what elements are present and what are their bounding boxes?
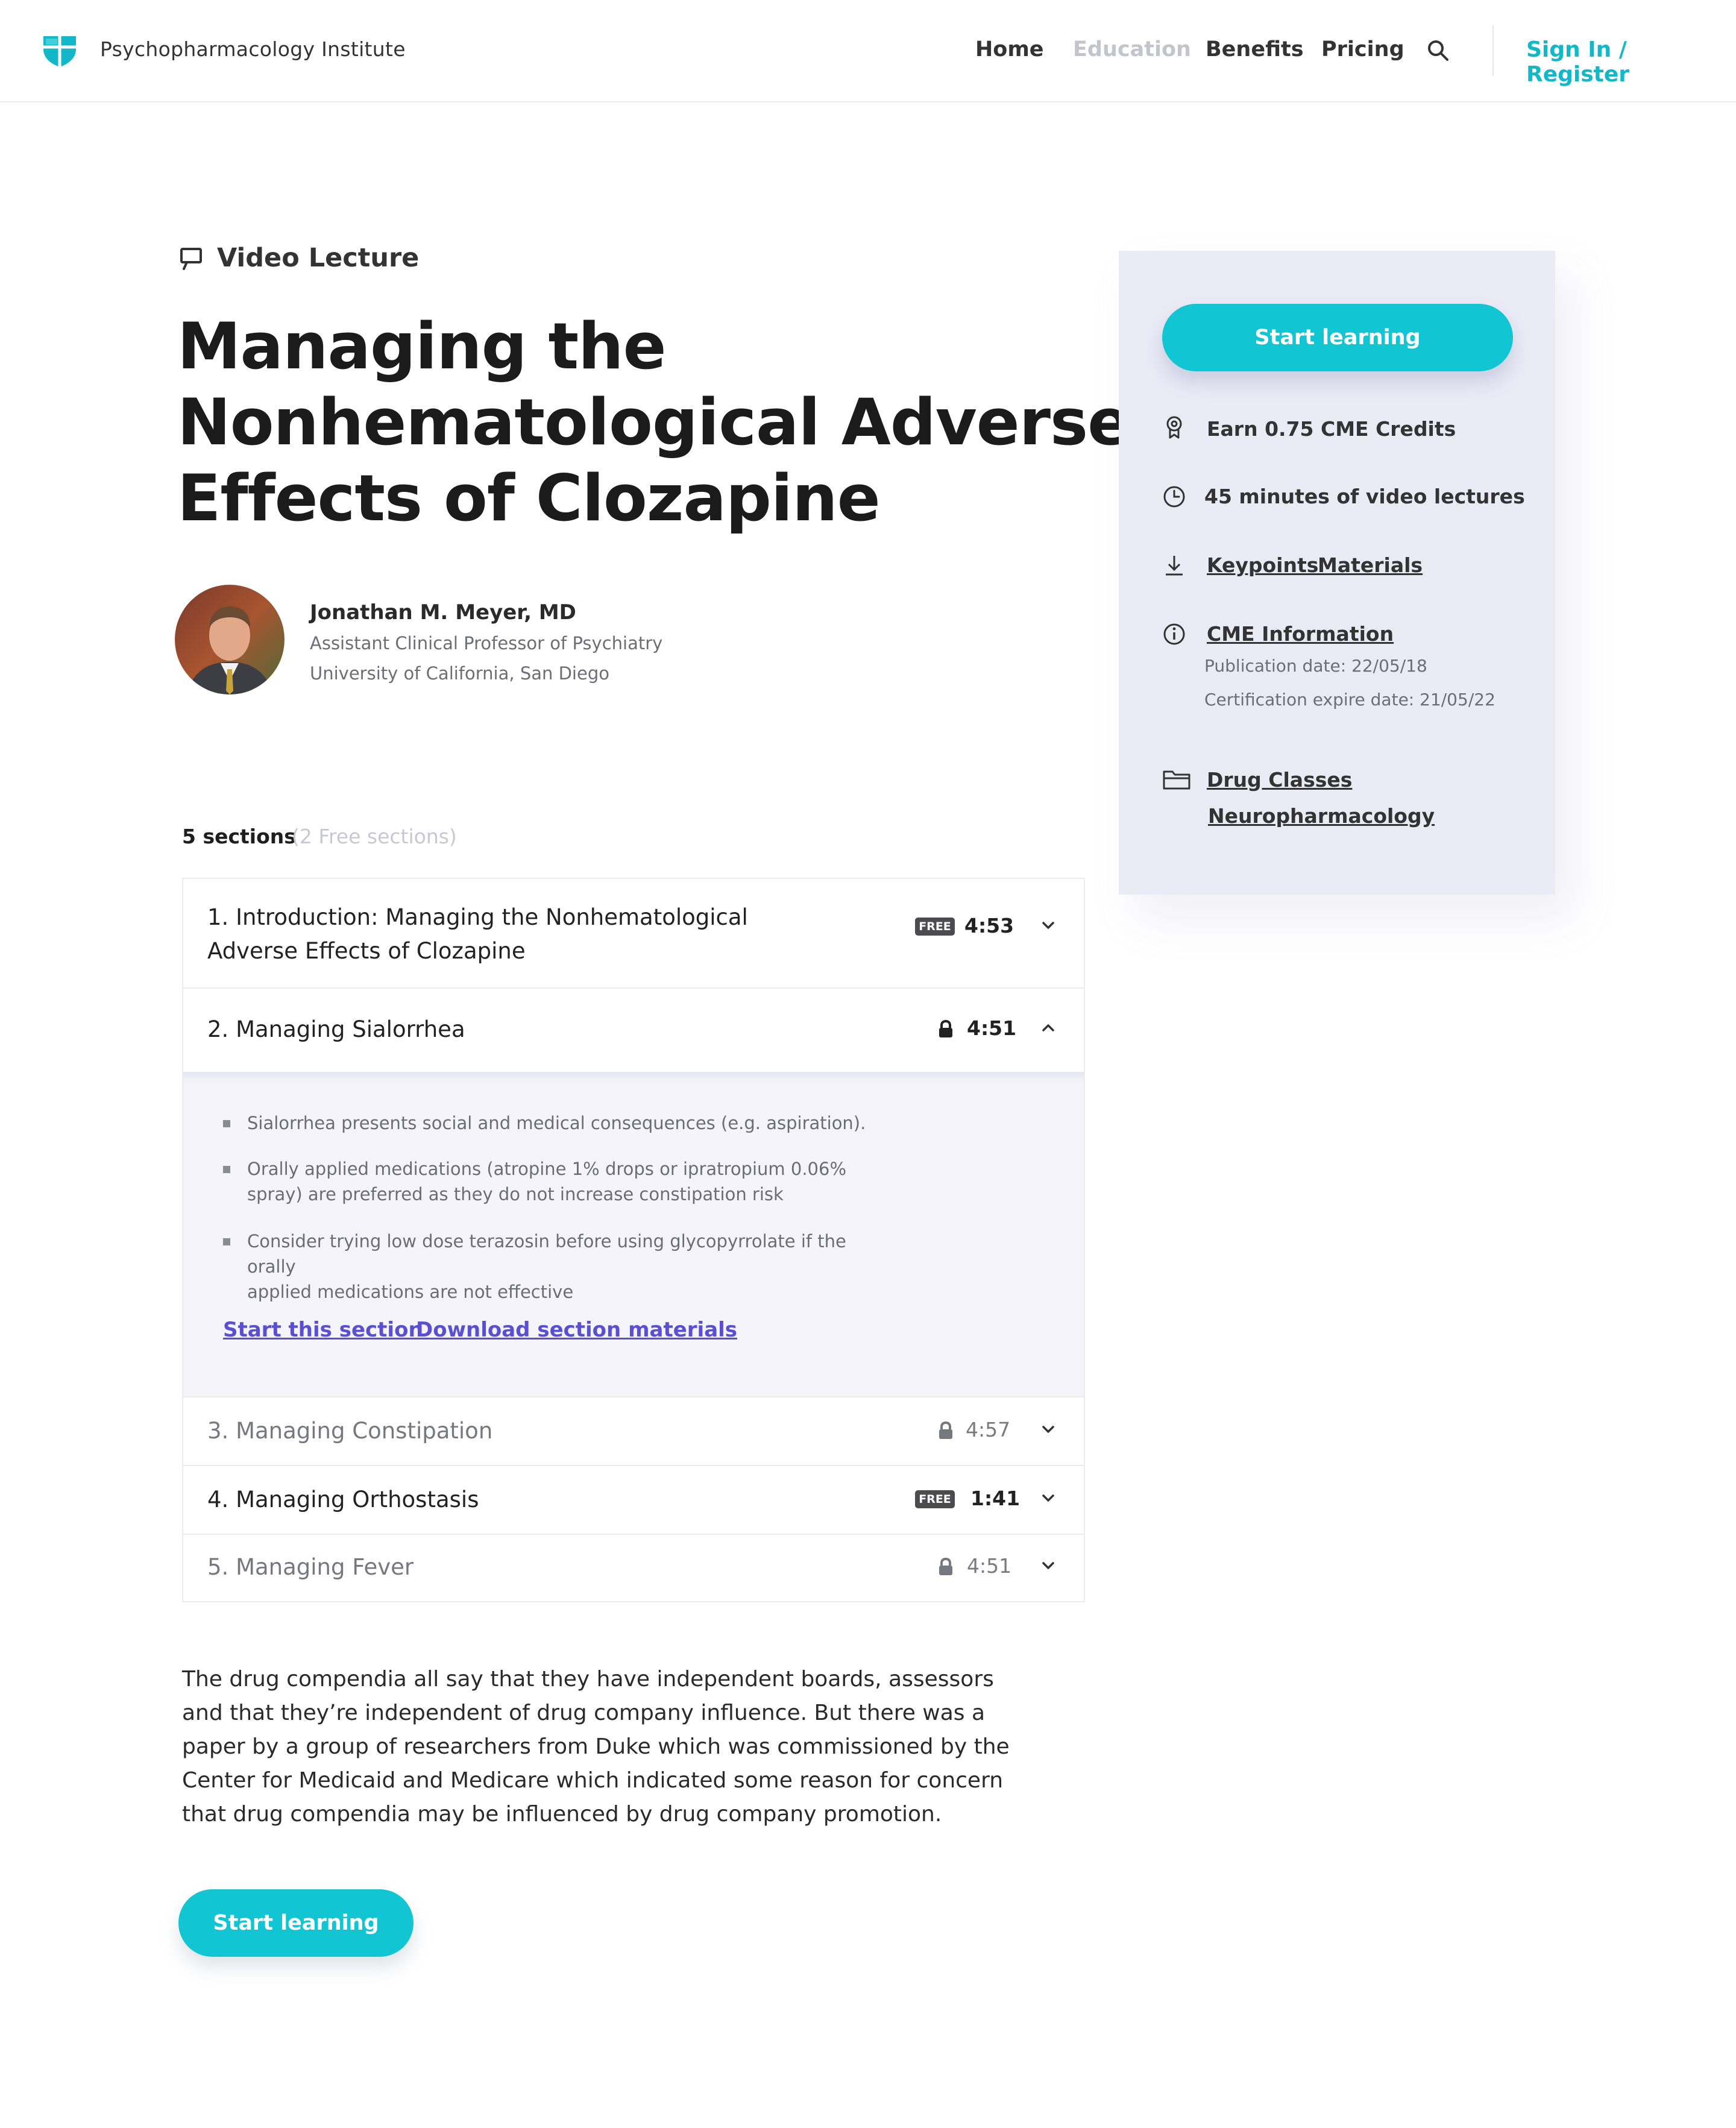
start-learning-button[interactable]: Start learning — [1162, 304, 1513, 371]
section-row[interactable]: 5. Managing Fever 4:51 — [183, 1535, 1084, 1601]
description-line: Center for Medicaid and Medicare which i… — [182, 1768, 1004, 1793]
keypoint-line: spray) are preferred as they do not incr… — [247, 1184, 784, 1204]
lecture-info-card: Start learning Earn 0.75 CME Credits 45 … — [1119, 251, 1555, 895]
lecture-kind-label: Video Lecture — [217, 243, 420, 273]
chevron-down-icon[interactable] — [1039, 1420, 1057, 1438]
free-badge: FREE — [915, 1490, 955, 1508]
section-duration: 1:41 — [970, 1487, 1021, 1510]
lecture-description: The drug compendia all say that they hav… — [182, 1663, 1010, 1831]
section-row[interactable]: 2. Managing Sialorrhea 4:51 — [183, 989, 1084, 1072]
brand-name[interactable]: Psychopharmacology Institute — [100, 37, 406, 61]
drug-classes-link[interactable]: Drug Classes — [1207, 768, 1352, 792]
folder-icon — [1163, 770, 1190, 790]
section-row[interactable]: 4. Managing Orthostasis FREE 1:41 — [183, 1466, 1084, 1535]
presentation-icon — [180, 248, 202, 270]
chevron-down-icon[interactable] — [1039, 1557, 1057, 1575]
info-icon — [1163, 623, 1185, 645]
section-title: 1. Introduction: Managing the Nonhematol… — [207, 901, 748, 968]
title-line: Nonhematological Adverse — [177, 385, 1131, 459]
keypoint-line: Sialorrhea presents social and medical c… — [247, 1113, 866, 1133]
description-line: paper by a group of researchers from Duk… — [182, 1734, 1010, 1759]
chevron-up-icon[interactable] — [1039, 1019, 1057, 1037]
bullet — [223, 1238, 230, 1245]
section-title: 2. Managing Sialorrhea — [207, 1016, 465, 1042]
section-title-line: Adverse Effects of Clozapine — [207, 938, 526, 964]
lock-icon — [939, 1421, 952, 1439]
section-details: Sialorrhea presents social and medical c… — [183, 1072, 1084, 1397]
keypoint: Consider trying low dose terazosin befor… — [247, 1229, 886, 1305]
nav-pricing[interactable]: Pricing — [1321, 37, 1404, 61]
section-title: 5. Managing Fever — [207, 1554, 414, 1580]
keypoint: Orally applied medications (atropine 1% … — [247, 1156, 886, 1207]
bullet — [223, 1166, 230, 1173]
title-line: Managing the — [177, 309, 666, 383]
award-icon — [1166, 416, 1182, 439]
section-row[interactable]: 3. Managing Constipation 4:57 — [183, 1397, 1084, 1466]
section-row[interactable]: 1. Introduction: Managing the Nonhematol… — [183, 879, 1084, 989]
free-sections-count: (2 Free sections) — [292, 825, 457, 848]
author-institution: University of California, San Diego — [310, 663, 609, 684]
nav-education[interactable]: Education — [1073, 37, 1191, 61]
keypoint-line: Orally applied medications (atropine 1% … — [247, 1159, 847, 1179]
keypoints-link[interactable]: Keypoints — [1207, 553, 1318, 577]
lock-icon — [939, 1558, 952, 1575]
download-icon — [1166, 556, 1183, 576]
section-details-shadow — [183, 1072, 1084, 1083]
lock-icon — [939, 1020, 952, 1037]
nav-benefits[interactable]: Benefits — [1206, 37, 1304, 61]
free-badge: FREE — [915, 918, 955, 936]
section-duration: 4:51 — [967, 1554, 1012, 1578]
clock-icon — [1163, 486, 1185, 508]
section-duration: 4:53 — [964, 914, 1014, 937]
neuropharmacology-link[interactable]: Neuropharmacology — [1208, 804, 1435, 828]
title-line: Effects of Clozapine — [177, 461, 881, 535]
start-learning-button-bottom[interactable]: Start learning — [178, 1889, 414, 1957]
sign-in-register-link[interactable]: Sign In / Register — [1526, 37, 1736, 87]
materials-link[interactable]: Materials — [1318, 553, 1423, 577]
description-line: that drug compendia may be influenced by… — [182, 1802, 942, 1827]
nav-divider — [1492, 25, 1494, 76]
bullet — [223, 1120, 230, 1127]
keypoint-line: Consider trying low dose terazosin befor… — [247, 1231, 846, 1277]
nav-home[interactable]: Home — [975, 37, 1044, 61]
section-duration: 4:57 — [966, 1418, 1011, 1441]
cme-information-link[interactable]: CME Information — [1207, 622, 1394, 646]
author-avatar — [175, 585, 285, 694]
site-header: Psychopharmacology Institute Home Educat… — [0, 0, 1736, 102]
sections-count: 5 sections — [182, 825, 296, 848]
author-role: Assistant Clinical Professor of Psychiat… — [310, 633, 663, 653]
description-line: and that they’re independent of drug com… — [182, 1701, 986, 1725]
video-duration: 45 minutes of video lectures — [1204, 485, 1525, 508]
cme-credits: Earn 0.75 CME Credits — [1207, 417, 1456, 441]
download-materials-link[interactable]: Download section materials — [416, 1318, 737, 1342]
chevron-down-icon[interactable] — [1039, 1489, 1057, 1507]
search-icon[interactable] — [1426, 39, 1450, 63]
shield-logo-icon[interactable] — [42, 34, 77, 68]
certification-expire-date: Certification expire date: 21/05/22 — [1204, 690, 1495, 710]
chevron-down-icon[interactable] — [1039, 916, 1057, 934]
keypoint-line: applied medications are not effective — [247, 1282, 574, 1302]
section-duration: 4:51 — [967, 1016, 1017, 1040]
section-title: 4. Managing Orthostasis — [207, 1487, 479, 1513]
section-title-line: 1. Introduction: Managing the Nonhematol… — [207, 904, 748, 930]
start-section-link[interactable]: Start this section — [223, 1318, 423, 1342]
sections-accordion: 1. Introduction: Managing the Nonhematol… — [182, 878, 1085, 1602]
keypoint: Sialorrhea presents social and medical c… — [247, 1110, 886, 1136]
publication-date: Publication date: 22/05/18 — [1204, 656, 1427, 676]
section-title: 3. Managing Constipation — [207, 1418, 493, 1444]
page-title: Managing the Nonhematological Adverse Ef… — [177, 309, 1131, 537]
description-line: The drug compendia all say that they hav… — [182, 1667, 994, 1692]
author-name: Jonathan M. Meyer, MD — [310, 600, 576, 625]
